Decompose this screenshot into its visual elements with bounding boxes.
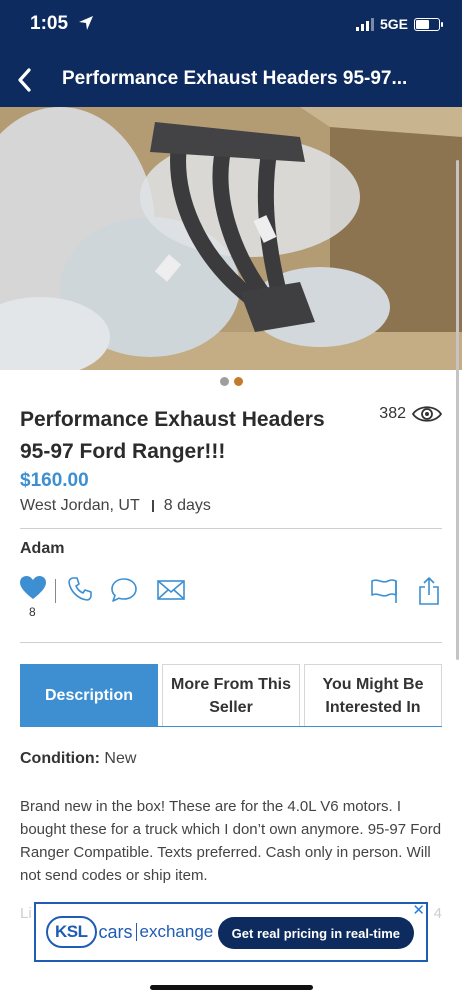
- home-indicator[interactable]: [150, 985, 313, 990]
- flag-icon: [371, 579, 397, 603]
- back-button[interactable]: [6, 62, 42, 98]
- view-count-value: 382: [379, 405, 406, 422]
- ad-cta-button[interactable]: Get real pricing in real-time: [217, 917, 414, 949]
- top-header: 1:05 5GE Performance Exhaust Headers 95-…: [0, 0, 462, 107]
- obscured-text-right: 4: [433, 905, 442, 922]
- share-button[interactable]: [418, 576, 440, 611]
- detail-tabs: Description More From This Seller You Mi…: [20, 664, 442, 727]
- listing-meta: West Jordan, UT 8 days: [20, 497, 211, 515]
- email-button[interactable]: [157, 579, 185, 606]
- report-button[interactable]: [370, 578, 398, 609]
- chat-bubble-icon: [111, 578, 137, 602]
- battery-icon: [414, 17, 443, 31]
- ad-logo-exchange: exchange: [139, 922, 214, 941]
- tab-description[interactable]: Description: [20, 664, 158, 726]
- location-arrow-icon: [78, 15, 94, 36]
- favorite-count: 8: [29, 605, 36, 619]
- call-button[interactable]: [67, 576, 93, 607]
- favorite-button[interactable]: [20, 576, 46, 605]
- ad-banner[interactable]: KSL cars exchange Get real pricing in re…: [34, 902, 428, 962]
- listing-description: Brand new in the box! These are for the …: [20, 798, 442, 884]
- condition-row: Condition: New: [20, 750, 136, 768]
- phone-icon: [68, 577, 92, 601]
- listing-title: Performance Exhaust Headers 95-97 Ford R…: [20, 408, 325, 463]
- signal-icon: [355, 17, 374, 31]
- obscured-text-left: Li: [20, 905, 32, 922]
- heart-icon: [20, 576, 46, 599]
- page-title: Performance Exhaust Headers 95-97...: [62, 68, 408, 89]
- view-count: 382: [379, 404, 442, 424]
- network-type: 5GE: [379, 16, 408, 32]
- tab-more-from-seller[interactable]: More From This Seller: [162, 664, 300, 726]
- action-bar: 8: [20, 576, 442, 619]
- eye-icon: [412, 406, 442, 422]
- status-indicators: 5GE: [355, 16, 443, 32]
- ksl-logo-text: KSL: [46, 916, 97, 948]
- meta-separator: [151, 500, 154, 512]
- ksl-cars-exchange-logo: KSL cars exchange: [46, 916, 213, 948]
- listing-location: West Jordan, UT: [20, 497, 140, 514]
- logo-divider: [135, 923, 137, 941]
- envelope-icon: [157, 580, 185, 600]
- gallery-dot[interactable]: [219, 377, 229, 386]
- share-icon: [419, 577, 439, 605]
- listing-age: 8 days: [163, 497, 211, 514]
- divider: [20, 642, 442, 643]
- seller-name[interactable]: Adam: [20, 540, 64, 558]
- divider: [20, 528, 442, 529]
- condition-value: New: [104, 750, 137, 767]
- action-separator: [55, 579, 56, 603]
- chevron-left-icon: [18, 68, 31, 92]
- gallery-dot-active[interactable]: [233, 377, 243, 386]
- ad-close-icon[interactable]: ✕: [412, 903, 425, 918]
- condition-label: Condition:: [20, 750, 100, 767]
- ad-logo-cars: cars: [98, 921, 133, 942]
- status-time: 1:05: [30, 13, 69, 34]
- message-button[interactable]: [110, 576, 138, 609]
- gallery-pagination: [0, 377, 462, 386]
- listing-price: $160.00: [20, 470, 89, 491]
- tab-you-might-be-interested[interactable]: You Might Be Interested In: [304, 664, 442, 726]
- listing-photo[interactable]: [0, 107, 462, 370]
- scrollbar[interactable]: [456, 160, 459, 660]
